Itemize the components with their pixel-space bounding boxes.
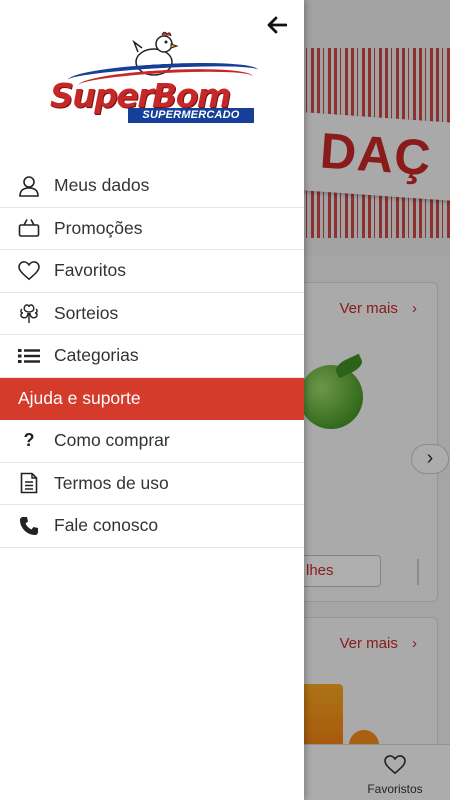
menu-item-label: Fale conosco xyxy=(54,515,159,536)
menu-item-sorteios[interactable]: Sorteios xyxy=(0,293,304,335)
phone-icon xyxy=(0,516,56,536)
menu-item-label: Sorteios xyxy=(54,302,119,323)
menu-item-termos-de-uso[interactable]: Termos de uso xyxy=(0,463,304,505)
user-icon xyxy=(0,175,56,197)
menu-item-fale-conosco[interactable]: Fale conosco xyxy=(0,505,304,548)
document-icon xyxy=(0,472,56,494)
arrow-left-icon xyxy=(267,16,287,34)
menu-item-favoritos[interactable]: Favoritos xyxy=(0,250,304,293)
navigation-drawer: SuperBom SUPERMERCADO Meus dados Promoçõ… xyxy=(0,0,304,800)
menu-item-label: Promoções xyxy=(54,217,143,238)
menu-item-como-comprar[interactable]: ? Como comprar xyxy=(0,420,304,463)
section-header-label: Ajuda e suporte xyxy=(18,388,141,409)
heart-icon xyxy=(0,260,56,281)
menu-item-label: Meus dados xyxy=(54,175,150,196)
question-icon: ? xyxy=(0,430,56,451)
shopping-bag-icon xyxy=(0,218,56,238)
menu-item-label: Favoritos xyxy=(54,260,126,281)
superbom-logo: SuperBom SUPERMERCADO xyxy=(48,28,259,128)
menu-item-meus-dados[interactable]: Meus dados xyxy=(0,165,304,208)
menu-item-label: Termos de uso xyxy=(54,472,169,493)
section-header-ajuda: Ajuda e suporte xyxy=(0,377,304,420)
close-drawer-button[interactable] xyxy=(262,10,292,40)
logo-subtitle: SUPERMERCADO xyxy=(128,108,254,123)
menu-item-label: Categorias xyxy=(54,345,139,366)
drawer-menu: Meus dados Promoções Favoritos Sorteios … xyxy=(0,165,304,548)
clover-icon xyxy=(0,301,56,325)
menu-item-categorias[interactable]: Categorias xyxy=(0,335,304,378)
menu-item-label: Como comprar xyxy=(54,430,170,451)
list-icon xyxy=(0,348,56,364)
menu-item-promocoes[interactable]: Promoções xyxy=(0,208,304,250)
question-glyph: ? xyxy=(23,430,35,451)
